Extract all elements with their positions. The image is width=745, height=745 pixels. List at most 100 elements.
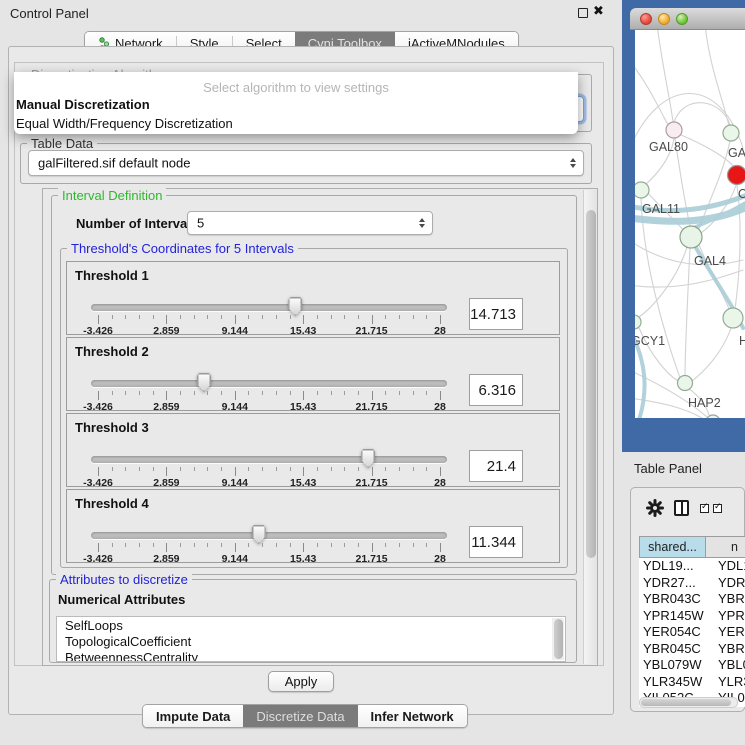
slider-thumb[interactable] bbox=[361, 449, 375, 468]
table-cell[interactable]: YLR3 bbox=[706, 674, 745, 691]
close-traffic-light-icon[interactable] bbox=[640, 13, 652, 25]
checkbox-icon[interactable] bbox=[700, 504, 709, 513]
tick-mark bbox=[303, 543, 304, 552]
table-row[interactable]: YLR345WYLR3 bbox=[639, 674, 745, 691]
num-intervals-combobox[interactable]: 5 bbox=[187, 211, 433, 235]
threshold-value-field[interactable]: 6.316 bbox=[469, 374, 523, 406]
table-cell[interactable]: YPR1 bbox=[706, 608, 745, 625]
minimize-traffic-light-icon[interactable] bbox=[658, 13, 670, 25]
table-cell[interactable]: YBR0 bbox=[706, 591, 745, 608]
list-scrollbar-thumb[interactable] bbox=[554, 619, 563, 659]
threshold-slider[interactable]: -3.4262.8599.14415.4321.71528 bbox=[91, 300, 447, 334]
tick-mark bbox=[139, 391, 140, 395]
tick-mark bbox=[413, 315, 414, 319]
table-cell[interactable]: YDL1 bbox=[706, 558, 745, 575]
table-cell[interactable]: YDR2 bbox=[706, 575, 745, 592]
table-cell[interactable]: YDR27... bbox=[639, 575, 706, 592]
tick-mark bbox=[235, 543, 236, 552]
tab-discretize-data[interactable]: Discretize Data bbox=[243, 705, 357, 727]
network-canvas[interactable]: GAL80 GA GAL11 C GAL4 GCY1 H HAP2 bbox=[635, 30, 745, 418]
table-data-combobox[interactable]: galFiltered.sif default node bbox=[28, 150, 584, 176]
combo-arrows-icon bbox=[570, 158, 576, 168]
node-bottom[interactable] bbox=[706, 415, 720, 418]
column-header-name[interactable]: n bbox=[706, 536, 745, 558]
node-selected-red[interactable] bbox=[728, 166, 745, 185]
tick-mark bbox=[98, 315, 99, 324]
network-window-titlebar[interactable] bbox=[630, 8, 745, 30]
threshold-slider[interactable]: -3.4262.8599.14415.4321.71528 bbox=[91, 376, 447, 410]
scale-label: -3.426 bbox=[83, 477, 113, 489]
tick-mark bbox=[180, 467, 181, 471]
list-scrollbar[interactable] bbox=[552, 618, 564, 660]
vertical-scrollbar-thumb[interactable] bbox=[586, 210, 596, 558]
scale-label: 15.43 bbox=[290, 477, 316, 489]
table-row[interactable]: YPR145WYPR1 bbox=[639, 608, 745, 625]
numerical-attribute-item[interactable]: BetweennessCentrality bbox=[65, 650, 565, 662]
zoom-traffic-light-icon[interactable] bbox=[676, 13, 688, 25]
checkbox-icon[interactable] bbox=[713, 504, 722, 513]
table-row[interactable]: YBL079WYBL0 bbox=[639, 657, 745, 674]
tab-infer-network[interactable]: Infer Network bbox=[358, 705, 467, 727]
node-gal80[interactable] bbox=[666, 122, 682, 138]
popup-option-manual-discretization[interactable]: Manual Discretization bbox=[14, 95, 578, 114]
table-cell[interactable]: YPR145W bbox=[639, 608, 706, 625]
popup-option-equal-width-frequency[interactable]: Equal Width/Frequency Discretization bbox=[14, 114, 578, 133]
table-cell[interactable]: YBL079W bbox=[639, 657, 706, 674]
node-top-right[interactable] bbox=[723, 125, 739, 141]
tick-mark bbox=[303, 467, 304, 476]
tick-mark bbox=[207, 467, 208, 471]
node-gal11[interactable] bbox=[635, 182, 649, 198]
slider-thumb[interactable] bbox=[197, 373, 211, 392]
threshold-label: Threshold 4 bbox=[75, 496, 149, 511]
gear-icon[interactable] bbox=[646, 499, 664, 517]
tick-mark bbox=[399, 315, 400, 319]
threshold-value-field[interactable]: 11.344 bbox=[469, 526, 523, 558]
vertical-scrollbar[interactable] bbox=[583, 190, 597, 664]
float-window-icon[interactable] bbox=[578, 8, 588, 18]
table-row[interactable]: YDL19...YDL1 bbox=[639, 558, 745, 575]
table-cell[interactable]: YBR043C bbox=[639, 591, 706, 608]
apply-button[interactable]: Apply bbox=[268, 671, 334, 692]
threshold-label: Threshold 1 bbox=[75, 268, 149, 283]
numerical-attribute-item[interactable]: SelfLoops bbox=[65, 618, 565, 634]
table-cell[interactable]: YDL19... bbox=[639, 558, 706, 575]
attributes-group: Attributes to discretize Numerical Attri… bbox=[49, 579, 577, 663]
threshold-slider[interactable]: -3.4262.8599.14415.4321.71528 bbox=[91, 528, 447, 562]
table-row[interactable]: YDR27...YDR2 bbox=[639, 575, 745, 592]
threshold-value-field[interactable]: 21.4 bbox=[469, 450, 523, 482]
tick-mark bbox=[372, 315, 373, 324]
slider-ticks bbox=[98, 315, 440, 325]
tick-mark bbox=[248, 315, 249, 319]
node-gal4[interactable] bbox=[680, 226, 702, 248]
threshold-value-field[interactable]: 14.713 bbox=[469, 298, 523, 330]
table-row[interactable]: YBR045CYBR0 bbox=[639, 641, 745, 658]
numerical-attribute-item[interactable]: TopologicalCoefficient bbox=[65, 634, 565, 650]
node-table: shared... n YDL19...YDL1YDR27...YDR2YBR0… bbox=[639, 536, 745, 708]
table-cell[interactable]: YER054C bbox=[639, 624, 706, 641]
tick-mark bbox=[317, 315, 318, 319]
horizontal-scrollbar-thumb[interactable] bbox=[641, 699, 731, 706]
network-nodes[interactable] bbox=[635, 122, 745, 418]
split-view-icon[interactable] bbox=[674, 500, 689, 516]
table-cell[interactable]: YBR045C bbox=[639, 641, 706, 658]
table-row[interactable]: YBR043CYBR0 bbox=[639, 591, 745, 608]
node-hap2[interactable] bbox=[678, 376, 693, 391]
table-cell[interactable]: YLR345W bbox=[639, 674, 706, 691]
node-gcy1[interactable] bbox=[635, 315, 641, 329]
table-row[interactable]: YER054CYER0 bbox=[639, 624, 745, 641]
slider-thumb[interactable] bbox=[252, 525, 266, 544]
horizontal-scrollbar[interactable] bbox=[639, 697, 738, 708]
column-header-shared-name[interactable]: shared... bbox=[639, 536, 706, 558]
tab-impute-data[interactable]: Impute Data bbox=[143, 705, 243, 727]
threshold-box: Threshold 3 -3.4262.8599.14415.4321.7152… bbox=[66, 413, 560, 487]
tick-mark bbox=[139, 543, 140, 547]
tick-mark bbox=[98, 391, 99, 400]
node-h[interactable] bbox=[723, 308, 743, 328]
close-icon[interactable]: ✖ bbox=[593, 4, 604, 19]
table-cell[interactable]: YER0 bbox=[706, 624, 745, 641]
slider-thumb[interactable] bbox=[288, 297, 302, 316]
numerical-attributes-list[interactable]: SelfLoopsTopologicalCoefficientBetweenne… bbox=[56, 616, 566, 662]
table-cell[interactable]: YBR0 bbox=[706, 641, 745, 658]
table-cell[interactable]: YBL0 bbox=[706, 657, 745, 674]
threshold-slider[interactable]: -3.4262.8599.14415.4321.71528 bbox=[91, 452, 447, 486]
